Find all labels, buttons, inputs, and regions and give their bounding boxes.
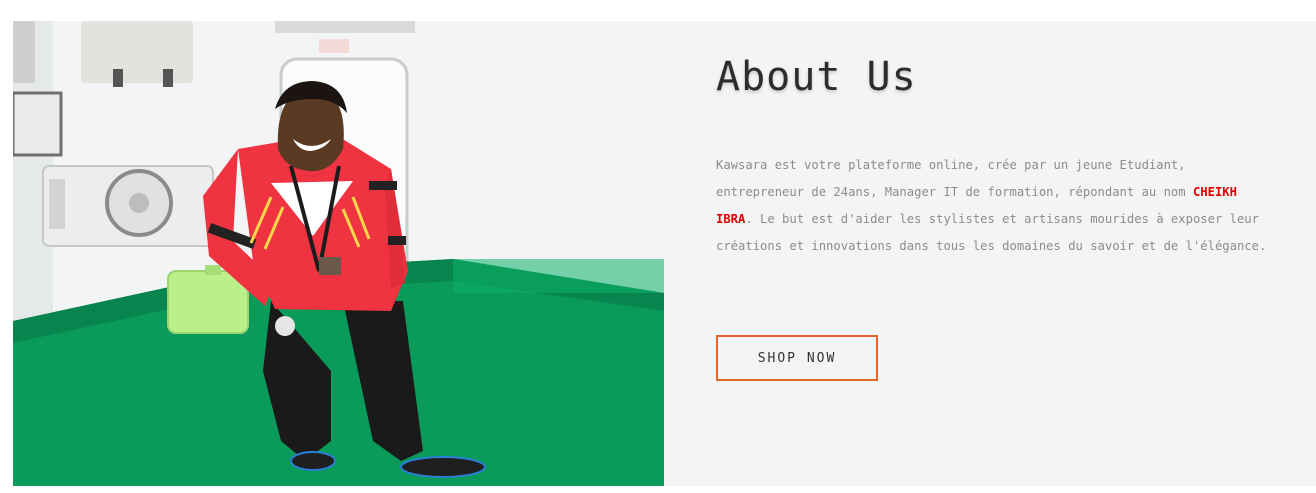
about-photo — [13, 21, 664, 486]
about-panel: About Us Kawsara est votre plateforme on… — [664, 21, 1316, 486]
about-description-end: . Le but est d'aider les stylistes et ar… — [716, 212, 1267, 253]
about-section: About Us Kawsara est votre plateforme on… — [0, 0, 1316, 493]
about-title: About Us — [716, 54, 917, 100]
about-description-start: Kawsara est votre plateforme online, cré… — [716, 158, 1193, 199]
about-description: Kawsara est votre plateforme online, cré… — [716, 152, 1276, 260]
shop-now-button[interactable]: SHOP NOW — [716, 335, 878, 381]
